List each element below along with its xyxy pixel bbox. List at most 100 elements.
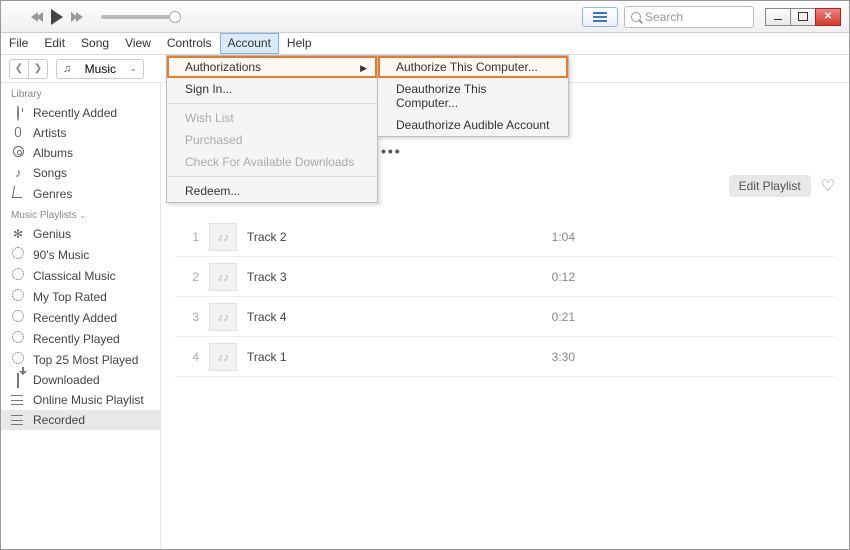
more-options-button[interactable]: ••• (381, 143, 402, 159)
sidebar-item-label: Songs (33, 166, 67, 180)
gear-icon (12, 331, 24, 343)
clock-icon (17, 105, 19, 121)
track-duration: 0:21 (525, 310, 575, 324)
menubar: File Edit Song View Controls Account Hel… (1, 33, 849, 55)
search-placeholder: Search (645, 10, 683, 24)
menu-controls[interactable]: Controls (159, 33, 220, 54)
sidebar-item-recently-added-pl[interactable]: Recently Added (1, 307, 160, 328)
menu-file[interactable]: File (1, 33, 36, 54)
sidebar-item-songs[interactable]: ♪ Songs (1, 163, 160, 183)
window-controls (766, 8, 841, 26)
track-row[interactable]: 2 ♪♪ Track 3 0:12 (175, 257, 835, 297)
menu-item-authorize-computer[interactable]: Authorize This Computer... (378, 56, 568, 78)
play-icon (51, 9, 63, 25)
menu-edit[interactable]: Edit (36, 33, 73, 54)
track-number: 4 (175, 350, 199, 364)
track-row[interactable]: 1 ♪♪ Track 2 1:04 (175, 217, 835, 257)
close-button[interactable] (815, 8, 841, 26)
account-menu: Authorizations ▶ Sign In... Wish List Pu… (166, 55, 378, 203)
menu-item-label: Sign In... (185, 82, 232, 96)
playlist-icon (11, 415, 23, 425)
album-art-icon: ♪♪ (209, 263, 237, 291)
track-name: Track 2 (247, 230, 525, 244)
track-name: Track 3 (247, 270, 525, 284)
sidebar-item-label: 90's Music (33, 248, 89, 262)
sidebar-item-label: Artists (33, 126, 66, 140)
sidebar-item-recently-added[interactable]: Recently Added (1, 103, 160, 123)
menu-item-label: Redeem... (185, 184, 240, 198)
source-selector[interactable]: ♫ Music ⌄ (56, 59, 144, 79)
volume-slider[interactable] (101, 15, 181, 19)
sidebar-item-label: Recently Played (33, 332, 120, 346)
sidebar-item-recently-played[interactable]: Recently Played (1, 328, 160, 349)
sidebar-item-albums[interactable]: Albums (1, 143, 160, 163)
sidebar-item-label: Genius (33, 227, 71, 241)
nav-back-button[interactable]: ❮ (9, 59, 29, 79)
sidebar-item-recorded[interactable]: Recorded (1, 410, 160, 430)
sidebar-item-genius[interactable]: ✻ Genius (1, 224, 160, 244)
track-number: 3 (175, 310, 199, 324)
track-number: 2 (175, 270, 199, 284)
previous-track-button[interactable] (31, 12, 41, 22)
track-row[interactable]: 4 ♪♪ Track 1 3:30 (175, 337, 835, 377)
menu-help[interactable]: Help (279, 33, 320, 54)
guitar-icon (12, 186, 24, 198)
nav-forward-button[interactable]: ❯ (28, 59, 48, 79)
sidebar-item-top25[interactable]: Top 25 Most Played (1, 349, 160, 370)
sidebar-item-downloaded[interactable]: Downloaded (1, 370, 160, 390)
menu-item-sign-in[interactable]: Sign In... (167, 78, 377, 100)
menu-item-deauthorize-computer[interactable]: Deauthorize This Computer... (378, 78, 568, 114)
submenu-arrow-icon: ▶ (360, 63, 367, 74)
sidebar-item-classical-music[interactable]: Classical Music (1, 265, 160, 286)
sidebar-item-90s-music[interactable]: 90's Music (1, 244, 160, 265)
chevron-down-icon: ⌄ (129, 63, 137, 74)
playback-controls (31, 9, 181, 25)
track-row[interactable]: 3 ♪♪ Track 4 0:21 (175, 297, 835, 337)
search-input[interactable]: Search (624, 6, 754, 28)
authorizations-submenu: Authorize This Computer... Deauthorize T… (377, 55, 569, 137)
playlist-icon (11, 395, 23, 405)
sidebar-item-online-music[interactable]: Online Music Playlist (1, 390, 160, 410)
menu-item-purchased: Purchased (167, 129, 377, 151)
track-duration: 3:30 (525, 350, 575, 364)
menu-separator (167, 103, 377, 104)
maximize-button[interactable] (790, 8, 816, 26)
download-icon (17, 373, 19, 388)
favorite-button[interactable]: ♡ (821, 176, 835, 196)
sidebar-item-label: Albums (33, 146, 73, 160)
edit-playlist-button[interactable]: Edit Playlist (729, 175, 811, 197)
play-button[interactable] (51, 9, 63, 25)
menu-item-wish-list: Wish List (167, 107, 377, 129)
menu-song[interactable]: Song (73, 33, 117, 54)
sidebar-header-library: Library (1, 83, 160, 103)
sidebar-item-artists[interactable]: Artists (1, 123, 160, 143)
sidebar-item-label: Recently Added (33, 106, 117, 120)
minimize-button[interactable] (765, 8, 791, 26)
track-duration: 0:12 (525, 270, 575, 284)
menu-item-deauthorize-audible[interactable]: Deauthorize Audible Account (378, 114, 568, 136)
microphone-icon (15, 127, 21, 137)
next-track-button[interactable] (73, 12, 83, 22)
album-art-icon: ♪♪ (209, 343, 237, 371)
sidebar-header-playlists[interactable]: Music Playlists⌄ (1, 204, 160, 224)
note-icon: ♪ (11, 166, 25, 180)
sidebar-item-label: Downloaded (33, 373, 100, 387)
menu-item-check-downloads: Check For Available Downloads (167, 151, 377, 173)
genius-icon: ✻ (11, 227, 25, 241)
sidebar-item-genres[interactable]: Genres (1, 183, 160, 204)
volume-thumb[interactable] (169, 11, 181, 23)
list-view-button[interactable] (582, 7, 618, 27)
track-duration: 1:04 (525, 230, 575, 244)
sidebar: Library Recently Added Artists Albums ♪ S… (1, 83, 161, 549)
menu-item-authorizations[interactable]: Authorizations ▶ (167, 56, 377, 78)
menu-item-label: Deauthorize Audible Account (396, 118, 549, 132)
menu-item-label: Authorizations (185, 60, 261, 74)
track-name: Track 1 (247, 350, 525, 364)
sidebar-item-label: Online Music Playlist (33, 393, 144, 407)
music-note-icon: ♫ (63, 63, 71, 75)
sidebar-item-my-top-rated[interactable]: My Top Rated (1, 286, 160, 307)
sidebar-item-label: Classical Music (33, 269, 116, 283)
menu-view[interactable]: View (117, 33, 159, 54)
menu-account[interactable]: Account (220, 33, 279, 54)
menu-item-redeem[interactable]: Redeem... (167, 180, 377, 202)
